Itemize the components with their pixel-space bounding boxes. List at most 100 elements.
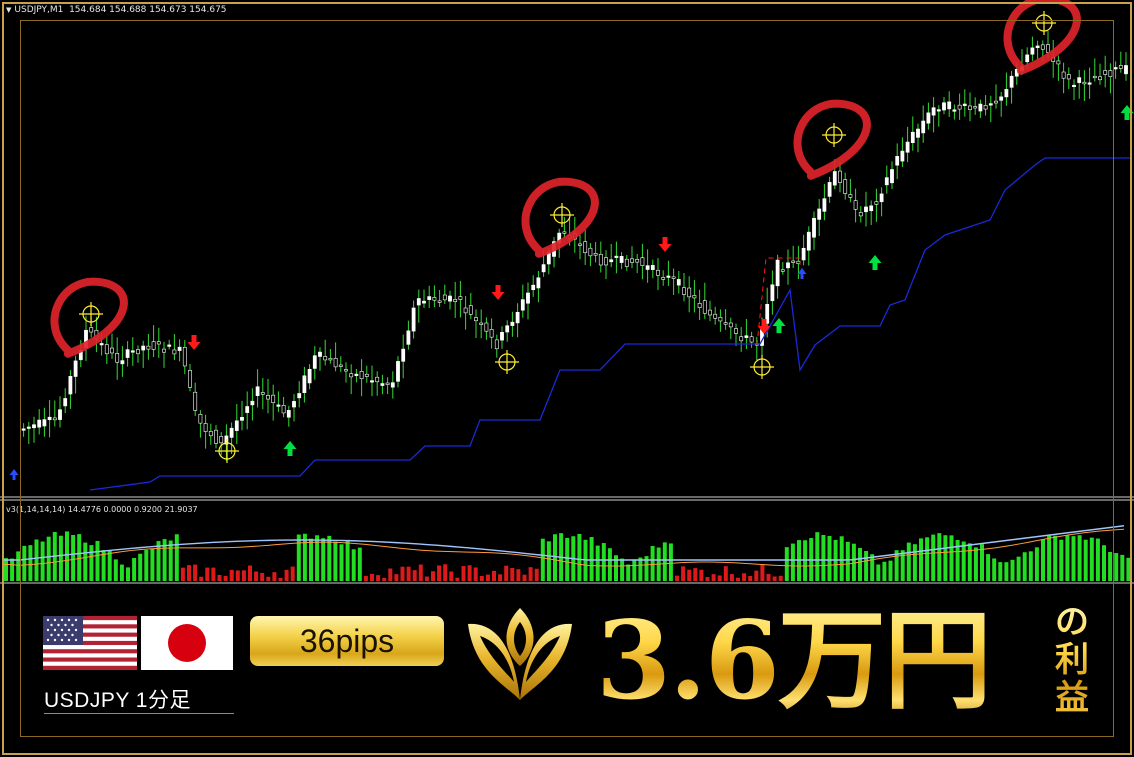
candle-body [328, 358, 333, 361]
candle-body [208, 431, 213, 437]
candle-body [271, 394, 276, 403]
buy-arrow-icon [283, 441, 297, 456]
candle-body [661, 277, 666, 280]
candle-body [895, 156, 900, 166]
candle-body [978, 103, 983, 112]
candle-body [1072, 84, 1076, 88]
histogram-bar [284, 569, 289, 581]
histogram-bar [119, 564, 124, 581]
histogram-bar [406, 566, 411, 581]
candle-body [42, 419, 47, 427]
divider [44, 713, 234, 714]
histogram-bar [132, 558, 137, 581]
candle-body [110, 347, 114, 354]
histogram-bar [1089, 537, 1094, 581]
histogram-bar [107, 549, 112, 581]
highlight-swoosh-icon [793, 99, 871, 180]
candle-body [37, 419, 42, 428]
histogram-bar [1083, 539, 1088, 581]
candle-body [994, 100, 998, 104]
histogram-bar [351, 549, 356, 581]
histogram-bar [394, 574, 399, 581]
candle-body [598, 254, 603, 266]
histogram-bar [16, 551, 21, 581]
histogram-bar [888, 560, 893, 581]
candle-body [297, 393, 302, 399]
buy-arrow-icon [1120, 105, 1134, 120]
candle-body [427, 296, 432, 300]
candle-body [614, 255, 619, 258]
histogram-bar [589, 537, 594, 581]
histogram-bar [693, 568, 698, 581]
candle-body [146, 345, 151, 350]
candle-body [619, 256, 624, 263]
histogram-bar [473, 567, 478, 581]
histogram-bar [577, 533, 582, 581]
candle-body [354, 373, 359, 376]
histogram-bar [522, 574, 527, 581]
histogram-bar [748, 575, 753, 581]
candle-body [947, 101, 952, 110]
histogram-bar [345, 541, 350, 581]
candle-body [130, 350, 135, 353]
histogram-bar [498, 574, 503, 581]
histogram-bar [973, 547, 978, 581]
histogram-bar [1010, 559, 1015, 581]
candle-body [1009, 75, 1014, 88]
candle-body [1092, 75, 1097, 79]
histogram-bar [174, 534, 179, 581]
histogram-bar [851, 543, 856, 581]
candle-body [318, 351, 322, 357]
histogram-bar [339, 544, 344, 581]
histogram-bar [266, 576, 271, 581]
buy-arrow-icon [868, 255, 882, 270]
candle-body [609, 259, 614, 263]
candle-body [780, 269, 785, 272]
histogram-bar [681, 566, 686, 581]
histogram-bar [937, 533, 942, 581]
candle-body [442, 294, 447, 301]
candle-body [1098, 76, 1102, 81]
histogram-bar [309, 538, 313, 581]
candle-body [26, 426, 31, 429]
histogram-bar [961, 541, 966, 581]
candle-body [364, 373, 369, 377]
candle-body [104, 344, 109, 355]
histogram-bar [217, 574, 222, 581]
histogram-bar [815, 532, 820, 581]
candle-body [58, 409, 62, 420]
histogram-bar [534, 568, 539, 581]
candle-body [453, 299, 458, 303]
histogram-bar [235, 570, 240, 581]
candle-body [910, 131, 915, 143]
candle-body [801, 247, 806, 261]
candle-body [635, 259, 640, 263]
candle-body [890, 169, 894, 184]
histogram-bar [1065, 535, 1070, 581]
histogram-bar [412, 570, 417, 581]
histogram-bar [1077, 535, 1082, 581]
candle-body [370, 380, 374, 383]
candle-body [1103, 70, 1108, 75]
dropdown-triangle-icon[interactable]: ▼ [6, 6, 11, 14]
candle-body [214, 429, 218, 444]
histogram-bar [156, 541, 161, 581]
histogram-bar [638, 557, 643, 581]
histogram-bar [717, 575, 722, 581]
histogram-bar [58, 535, 63, 581]
histogram-bar [254, 571, 259, 581]
histogram-bar [40, 541, 45, 581]
histogram-bar [431, 571, 435, 581]
candle-body [406, 330, 411, 345]
histogram-bar [1114, 553, 1119, 581]
histogram-bar [1126, 557, 1131, 581]
candle-body [988, 103, 993, 106]
histogram-bar [370, 573, 374, 581]
candle-body [916, 128, 920, 138]
histogram-bar [553, 534, 557, 581]
candle-body [749, 336, 754, 343]
candle-body [697, 303, 702, 308]
candle-body [416, 298, 421, 306]
us-flag-icon [43, 616, 137, 670]
histogram-bar [772, 576, 777, 581]
